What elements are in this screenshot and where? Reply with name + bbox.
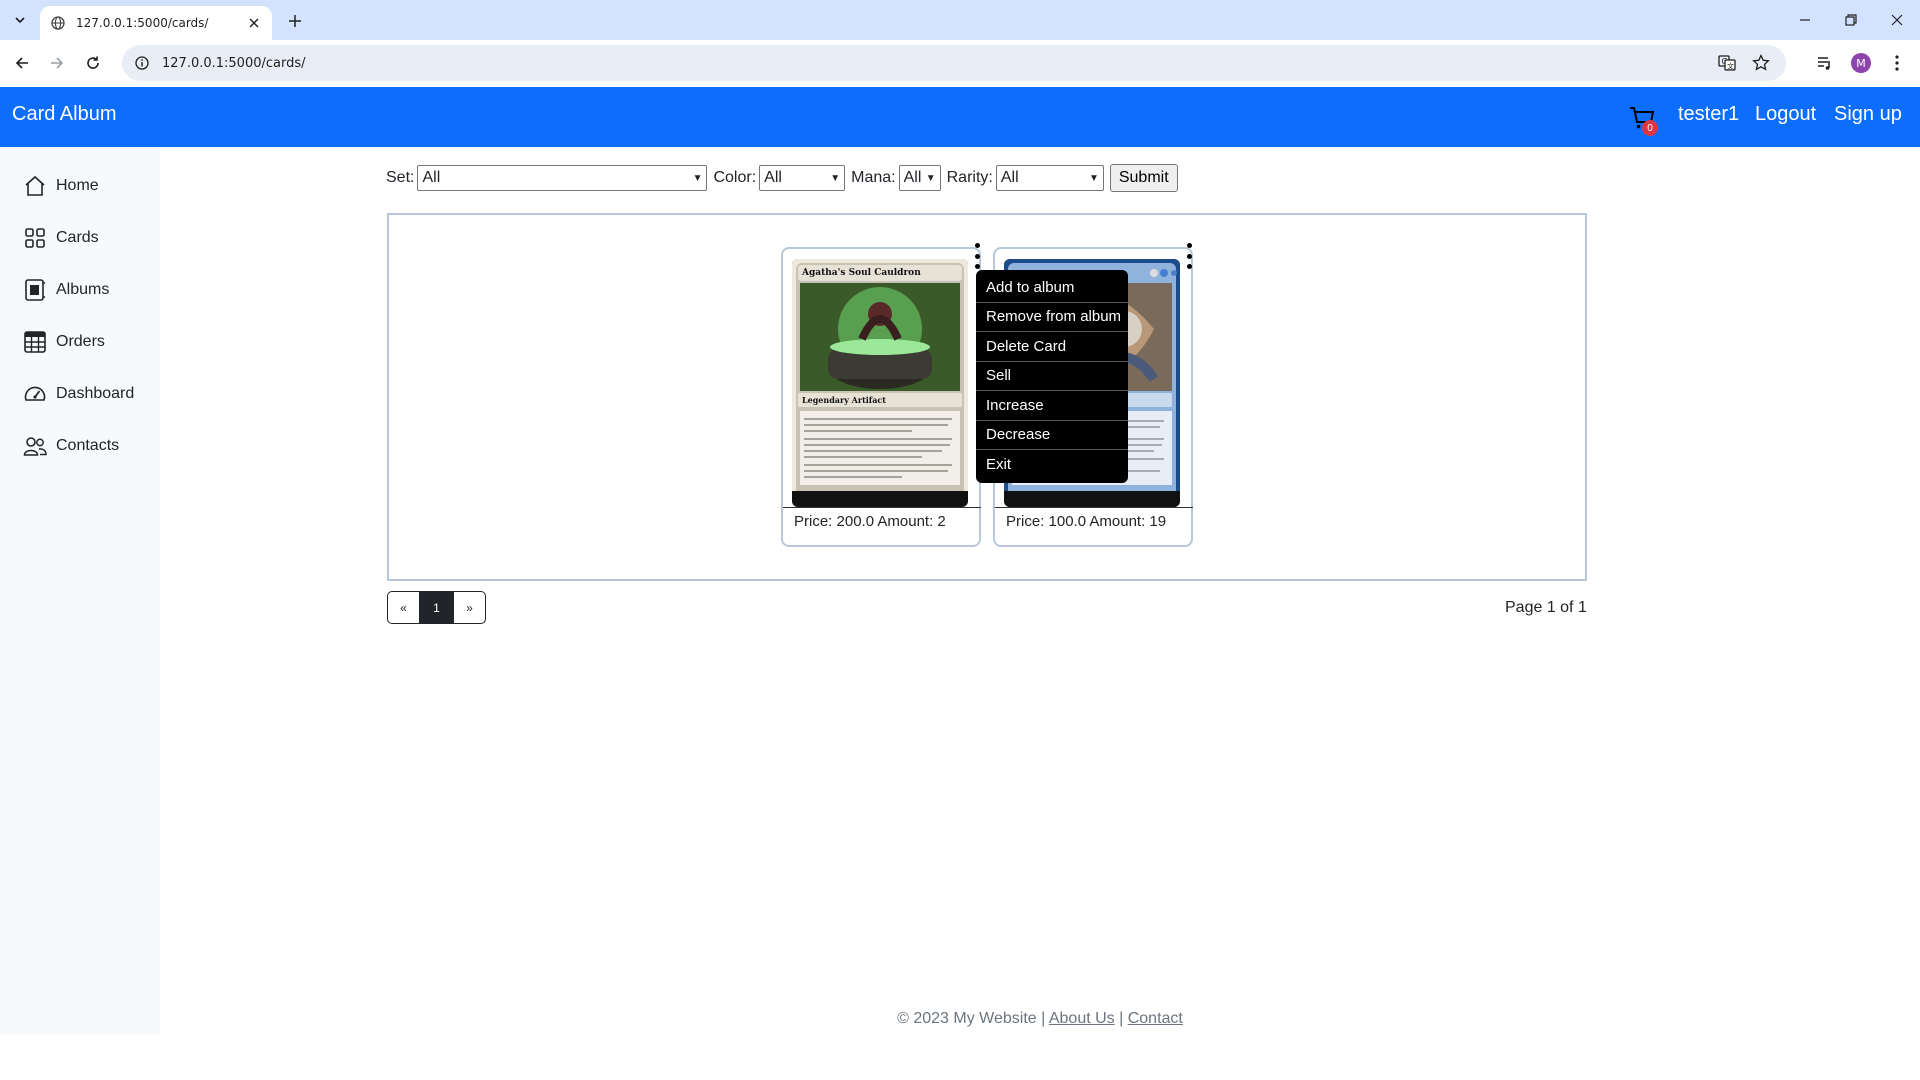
contact-link[interactable]: Contact (1128, 1010, 1183, 1027)
browser-tabstrip: 127.0.0.1:5000/cards/ (0, 0, 1920, 40)
footer-separator: | (1119, 1010, 1124, 1027)
menu-item-increase[interactable]: Increase (976, 391, 1128, 421)
user-link[interactable]: tester1 (1678, 103, 1739, 126)
svg-text:文: 文 (1727, 62, 1734, 71)
card-type-line: Legendary Artifact (798, 393, 962, 407)
table-icon (22, 329, 48, 355)
sidebar-item-cards[interactable]: Cards (22, 224, 99, 252)
album-icon (22, 277, 48, 303)
close-tab-icon[interactable] (246, 15, 262, 31)
sidebar-item-label: Dashboard (56, 385, 135, 402)
sidebar-item-dashboard[interactable]: Dashboard (22, 380, 134, 408)
menu-item-delete-card[interactable]: Delete Card (976, 332, 1128, 362)
new-tab-plus-icon[interactable] (282, 8, 308, 34)
cart-count-badge: 0 (1642, 120, 1658, 136)
page-1-button[interactable]: 1 (420, 591, 453, 624)
globe-icon (50, 15, 66, 31)
sidebar-item-label: Orders (56, 333, 105, 350)
color-select[interactable]: All ▼ (759, 165, 846, 191)
set-select-value: All (422, 169, 441, 186)
card-divider (783, 507, 981, 508)
mana-select-value: All (903, 169, 922, 186)
pagination: « 1 » (387, 591, 486, 624)
page-info: Page 1 of 1 (1505, 599, 1587, 616)
speedometer-icon (22, 381, 48, 407)
minimize-icon[interactable] (1782, 0, 1828, 40)
browser-menu-icon[interactable] (1884, 50, 1910, 76)
signup-link[interactable]: Sign up (1834, 103, 1902, 126)
chevron-down-icon: ▼ (925, 172, 936, 184)
people-icon (22, 433, 48, 459)
chevron-down-icon: ▼ (692, 172, 703, 184)
menu-item-add-to-album[interactable]: Add to album (976, 273, 1128, 303)
tab-title: 127.0.0.1:5000/cards/ (76, 16, 209, 30)
menu-item-sell[interactable]: Sell (976, 362, 1128, 391)
color-label: Color: (713, 169, 757, 186)
card-item[interactable]: Agatha's Soul Cauldron Legendary Artifac… (781, 247, 981, 547)
media-controls-icon[interactable] (1812, 50, 1838, 76)
forward-arrow-icon[interactable] (44, 50, 70, 76)
rarity-label: Rarity: (946, 169, 993, 186)
sidebar-item-albums[interactable]: Albums (22, 276, 109, 304)
address-bar[interactable]: 127.0.0.1:5000/cards/ G文 (122, 45, 1786, 81)
card-price-amount: Price: 200.0 Amount: 2 (794, 513, 946, 530)
logout-link[interactable]: Logout (1755, 103, 1816, 126)
browser-tab[interactable]: 127.0.0.1:5000/cards/ (40, 6, 272, 40)
filter-form: Set: All ▼ Color: All ▼ Mana: All ▼ Rari… (386, 164, 1178, 192)
site-info-icon[interactable] (134, 55, 150, 71)
sidebar-item-label: Albums (56, 281, 110, 298)
rarity-select-value: All (1000, 169, 1019, 186)
restore-icon[interactable] (1828, 0, 1874, 40)
card-context-menu: Add to album Remove from album Delete Ca… (976, 270, 1128, 483)
next-page-button[interactable]: » (453, 591, 486, 624)
menu-item-decrease[interactable]: Decrease (976, 421, 1128, 450)
sidebar-item-label: Home (56, 177, 99, 194)
profile-initial: M (1851, 53, 1871, 73)
menu-item-exit[interactable]: Exit (976, 450, 1128, 480)
mana-label: Mana: (851, 169, 896, 186)
home-icon (22, 173, 48, 199)
bookmark-star-icon[interactable] (1750, 52, 1772, 74)
sidebar-item-label: Cards (56, 229, 99, 246)
profile-avatar[interactable]: M (1848, 50, 1874, 76)
chevron-down-icon: ▼ (830, 172, 841, 184)
submit-button[interactable]: Submit (1109, 164, 1178, 192)
reload-icon[interactable] (80, 50, 106, 76)
sidebar-item-orders[interactable]: Orders (22, 328, 105, 356)
back-arrow-icon[interactable] (9, 50, 35, 76)
brand-link[interactable]: Card Album (12, 103, 117, 126)
sidebar-item-label: Contacts (56, 437, 120, 454)
grid-icon (22, 225, 48, 251)
footer: © 2023 My Website | About Us | Contact (0, 1010, 1920, 1028)
chevron-down-icon: ▼ (1088, 172, 1099, 184)
about-us-link[interactable]: About Us (1049, 1010, 1115, 1027)
rarity-select[interactable]: All ▼ (995, 165, 1104, 191)
mana-select[interactable]: All ▼ (898, 165, 941, 191)
close-window-icon[interactable] (1874, 0, 1920, 40)
sidebar-item-home[interactable]: Home (22, 172, 99, 200)
card-divider (995, 507, 1193, 508)
card-options-menu-icon[interactable] (1185, 243, 1193, 269)
browser-toolbar: 127.0.0.1:5000/cards/ G文 M (0, 40, 1920, 87)
footer-copyright: © 2023 My Website | (897, 1010, 1046, 1027)
card-image[interactable]: Agatha's Soul Cauldron Legendary Artifac… (792, 259, 968, 507)
tab-search-chevron-icon[interactable] (8, 8, 32, 32)
sidebar: Home Cards Albums Orders Dashboard Conta… (0, 147, 160, 1035)
prev-page-button[interactable]: « (387, 591, 420, 624)
card-name: Agatha's Soul Cauldron (798, 265, 962, 281)
color-select-value: All (764, 169, 782, 186)
set-label: Set: (386, 169, 415, 186)
translate-icon[interactable]: G文 (1716, 52, 1738, 74)
card-options-menu-icon[interactable] (973, 243, 981, 269)
card-price-amount: Price: 100.0 Amount: 19 (1006, 513, 1167, 530)
sidebar-item-contacts[interactable]: Contacts (22, 432, 119, 460)
menu-item-remove-from-album[interactable]: Remove from album (976, 303, 1128, 332)
set-select[interactable]: All ▼ (417, 165, 708, 191)
app-navbar: Card Album tester1 Logout Sign up (0, 87, 1920, 147)
url-text: 127.0.0.1:5000/cards/ (162, 55, 306, 71)
